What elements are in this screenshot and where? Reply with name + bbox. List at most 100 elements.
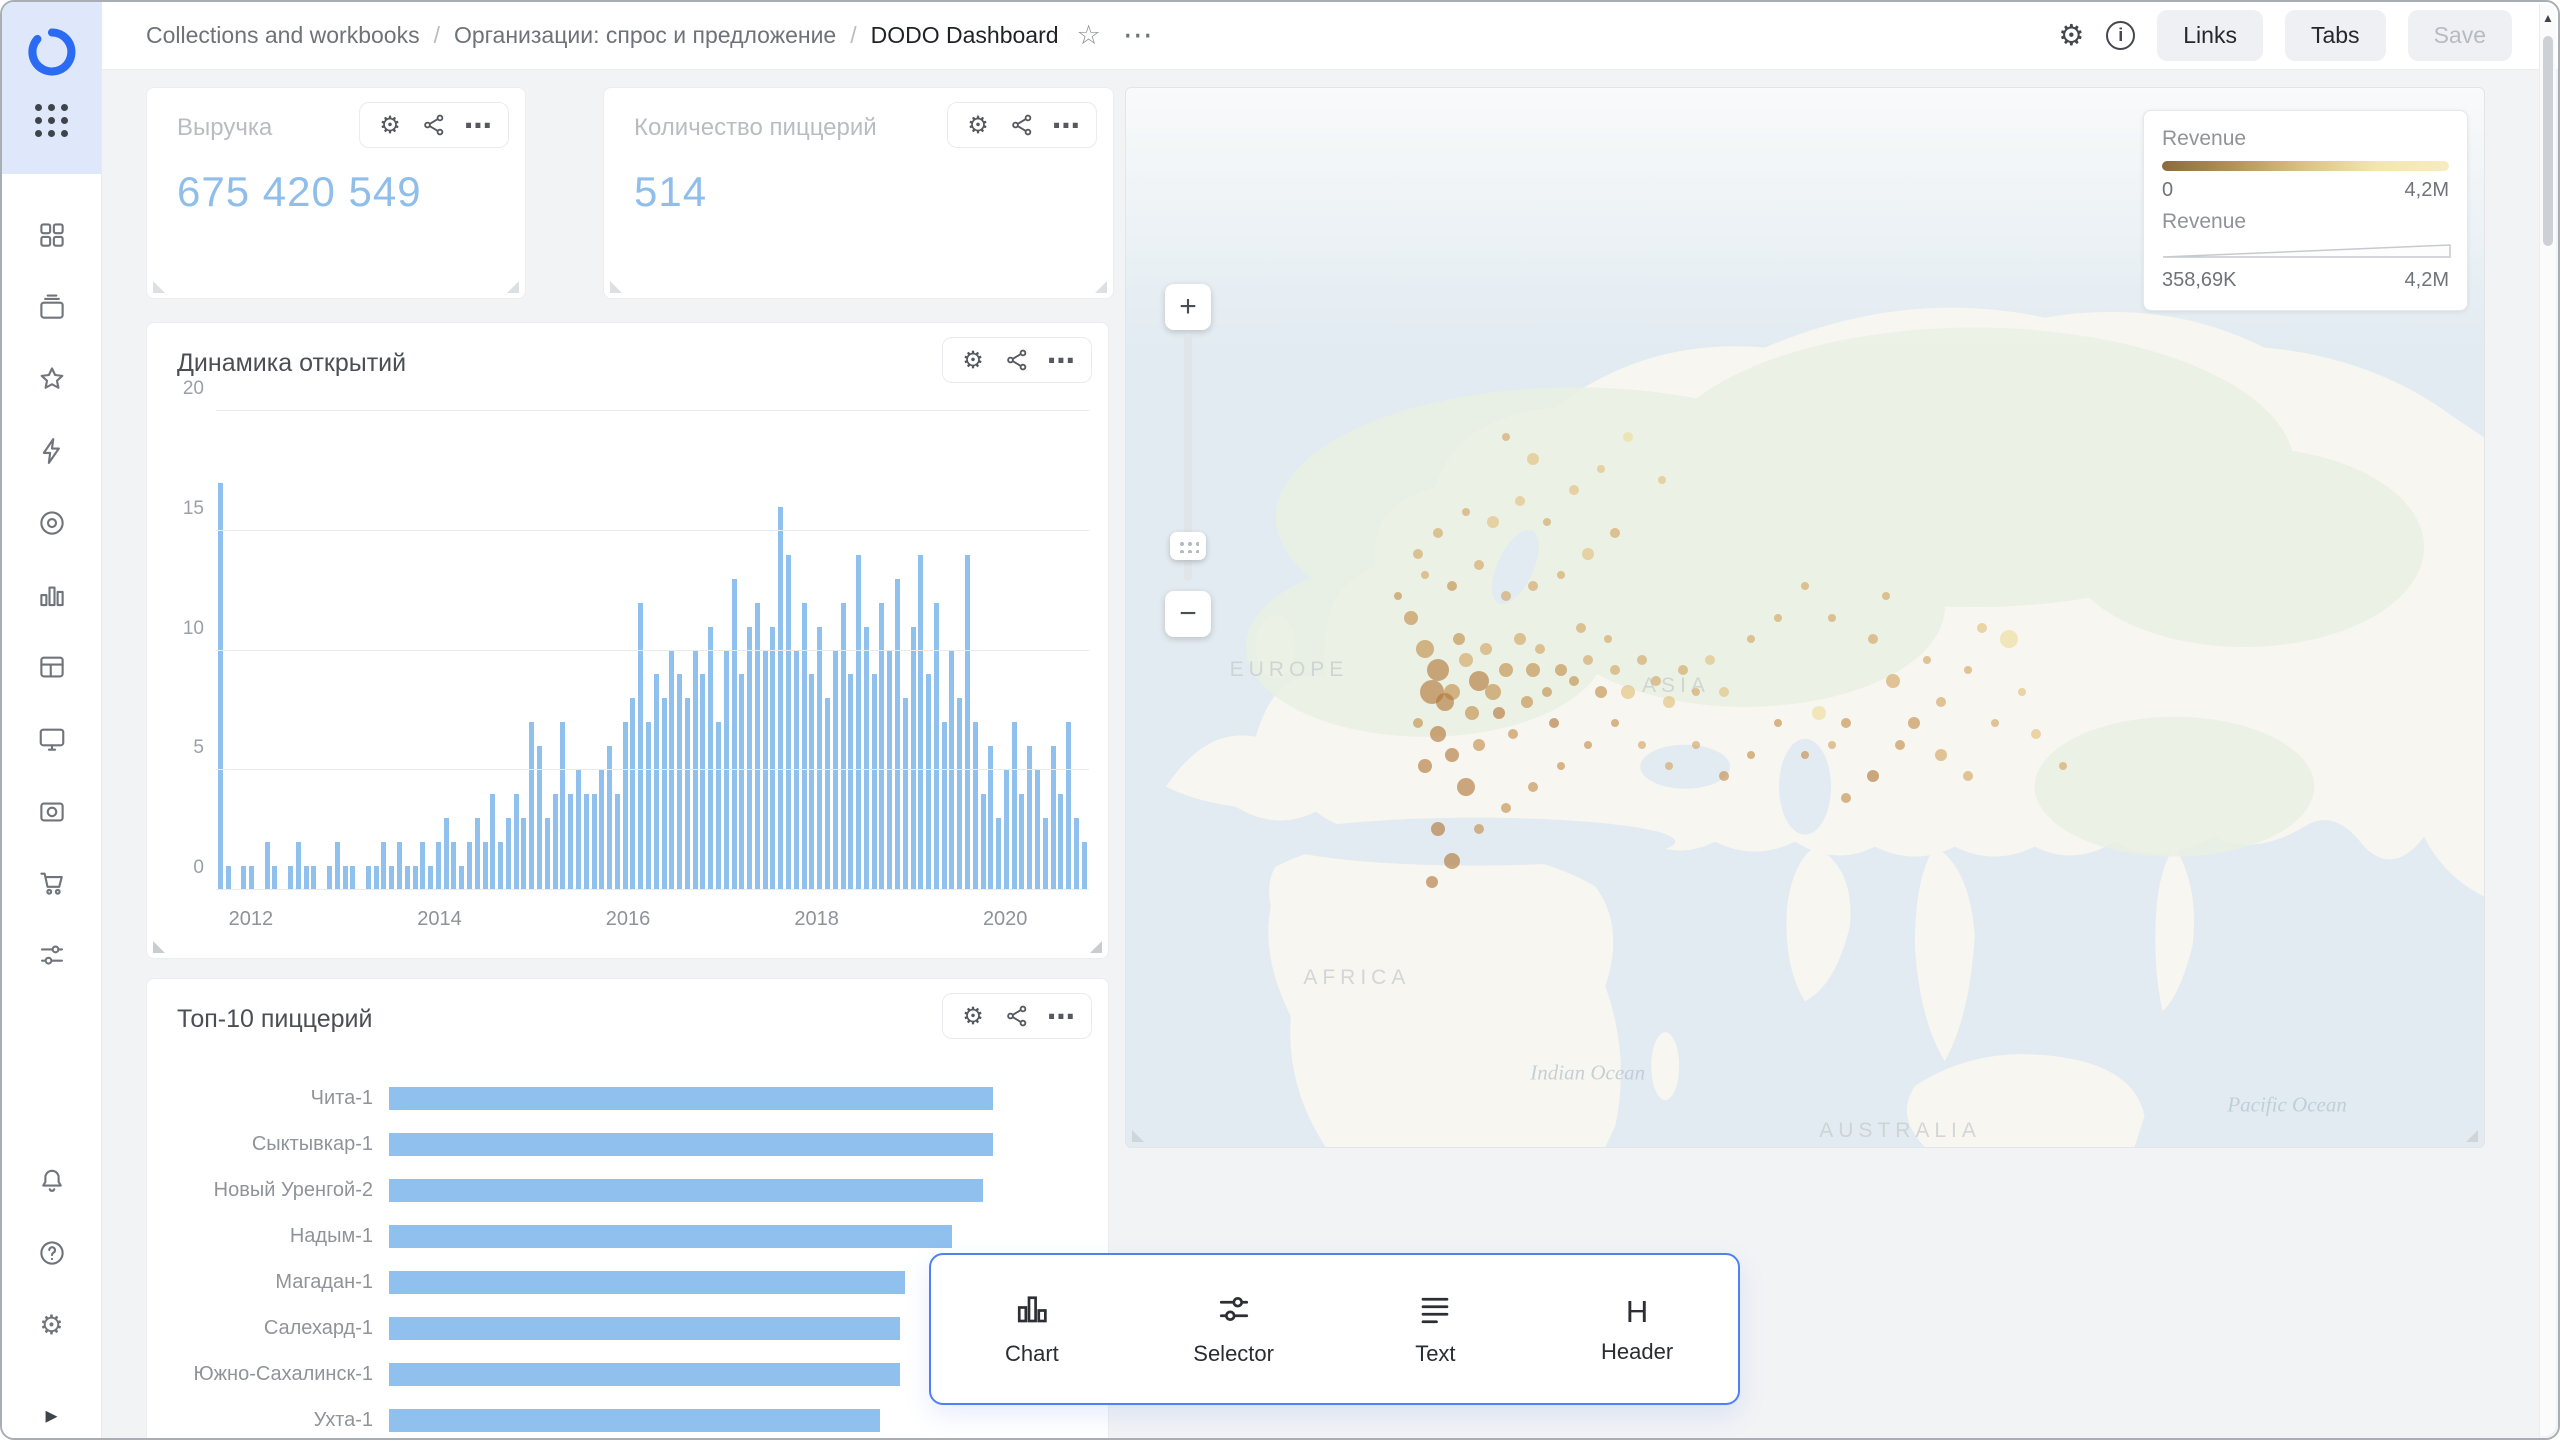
all-services-icon[interactable]	[35, 104, 68, 137]
bar	[389, 1317, 900, 1340]
x-axis-label: 2012	[211, 908, 291, 931]
widget-openings-dynamics[interactable]: Динамика открытий ⚙⋯ 0510152020122014201…	[146, 322, 1109, 959]
widget-share-icon[interactable]	[1002, 110, 1042, 140]
map-point	[1801, 751, 1809, 759]
widget-settings-icon[interactable]: ⚙	[958, 110, 998, 140]
services-icon[interactable]	[35, 938, 69, 972]
map-point	[1420, 680, 1444, 704]
widget-more-icon[interactable]: ⋯	[1041, 345, 1081, 375]
zoom-in-button[interactable]: +	[1165, 284, 1211, 330]
add-text-button[interactable]: Text	[1355, 1291, 1515, 1367]
lightning-icon[interactable]	[35, 434, 69, 468]
links-button[interactable]: Links	[2157, 10, 2263, 61]
bar	[475, 818, 480, 890]
charts-icon[interactable]	[35, 578, 69, 612]
bar	[638, 603, 643, 890]
bar	[374, 866, 379, 890]
map-point	[1569, 676, 1579, 686]
widget-settings-icon[interactable]: ⚙	[953, 345, 993, 375]
widget-pizzeria-count[interactable]: Количество пиццерий ⚙⋯ 514	[603, 87, 1114, 299]
header-h-icon: H	[1626, 1294, 1648, 1330]
bar	[311, 866, 316, 890]
bar	[903, 698, 908, 890]
bar	[389, 1133, 993, 1156]
widget-more-icon[interactable]: ⋯	[1041, 1001, 1081, 1031]
app-logo[interactable]	[24, 24, 80, 80]
map-point	[1936, 697, 1946, 707]
notifications-bell-icon[interactable]	[35, 1164, 69, 1198]
y-axis-label: 0	[158, 857, 204, 879]
tables-icon[interactable]	[35, 650, 69, 684]
category-label: Ухта-1	[177, 1409, 389, 1432]
widget-share-icon[interactable]	[997, 345, 1037, 375]
widget-more-icon[interactable]: ⋯	[1046, 110, 1086, 140]
resize-handle[interactable]	[153, 941, 165, 953]
map-point	[1665, 762, 1673, 770]
bar	[514, 794, 519, 890]
scrollbar-up-icon[interactable]: ▲	[2540, 4, 2556, 25]
bar-track	[389, 1133, 1068, 1156]
map-point	[1474, 560, 1484, 570]
top-bar: Collections and workbooks/Организации: с…	[102, 2, 2558, 70]
breadcrumb-item[interactable]: Организации: спрос и предложение	[454, 22, 836, 49]
map-point	[1514, 633, 1526, 645]
bar	[592, 794, 597, 890]
zoom-slider[interactable]	[1165, 330, 1211, 585]
bar	[584, 794, 589, 890]
tool-label: Text	[1415, 1341, 1455, 1367]
favorite-star-icon[interactable]: ☆	[1077, 20, 1101, 51]
dashboard-settings-icon[interactable]: ⚙	[2058, 18, 2084, 53]
map-point	[1487, 516, 1499, 528]
bar	[389, 1409, 880, 1432]
add-header-button[interactable]: HHeader	[1557, 1294, 1717, 1365]
bar	[856, 555, 861, 890]
zoom-slider-handle[interactable]	[1170, 532, 1206, 560]
scrollbar-thumb[interactable]	[2543, 36, 2553, 246]
widget-revenue[interactable]: Выручка ⚙⋯ 675 420 549	[146, 87, 526, 299]
bar	[662, 698, 667, 890]
help-icon[interactable]	[35, 1236, 69, 1270]
marketplace-cart-icon[interactable]	[35, 866, 69, 900]
bar	[521, 818, 526, 890]
scrollbar[interactable]: ▲	[2539, 4, 2556, 1436]
lens-icon[interactable]	[35, 506, 69, 540]
widget-settings-icon[interactable]: ⚙	[953, 1001, 993, 1031]
bar	[389, 1179, 983, 1202]
widgets-grid-icon[interactable]	[35, 218, 69, 252]
tabs-button[interactable]: Tabs	[2285, 10, 2386, 61]
map-point	[1444, 853, 1460, 869]
add-chart-button[interactable]: Chart	[952, 1291, 1112, 1367]
collections-icon[interactable]	[35, 290, 69, 324]
bar	[623, 722, 628, 890]
top10-row: Надым-1	[177, 1213, 1068, 1259]
widget-share-icon[interactable]	[414, 110, 454, 140]
map-point	[1418, 759, 1432, 773]
resize-handle[interactable]	[507, 281, 519, 293]
top10-row: Новый Уренгой-2	[177, 1167, 1068, 1213]
resize-handle[interactable]	[610, 281, 622, 293]
widget-share-icon[interactable]	[997, 1001, 1037, 1031]
zoom-out-button[interactable]: −	[1165, 591, 1211, 637]
favorites-star-icon[interactable]	[35, 362, 69, 396]
bar	[981, 794, 986, 890]
add-selector-button[interactable]: Selector	[1154, 1291, 1314, 1367]
sidebar-expand-icon[interactable]: ▸	[2, 1401, 101, 1430]
map-point	[1812, 706, 1826, 720]
bar	[444, 818, 449, 890]
widget-revenue-map[interactable]: EUROPEASIAAFRICAAUSTRALIAIndian OceanPac…	[1125, 87, 2485, 1148]
monitoring-icon[interactable]	[35, 722, 69, 756]
info-icon[interactable]: i	[2106, 21, 2135, 50]
legend-color-gradient	[2162, 161, 2449, 171]
resize-handle[interactable]	[1090, 941, 1102, 953]
bar-track	[389, 1087, 1068, 1110]
breadcrumb-item[interactable]: Collections and workbooks	[146, 22, 420, 49]
resize-handle[interactable]	[153, 281, 165, 293]
breadcrumb-more-icon[interactable]: ⋯	[1123, 26, 1153, 46]
bar	[498, 842, 503, 890]
storage-icon[interactable]	[35, 794, 69, 828]
bar	[864, 627, 869, 890]
widget-settings-icon[interactable]: ⚙	[370, 110, 410, 140]
settings-gear-icon[interactable]: ⚙	[35, 1308, 69, 1342]
resize-handle[interactable]	[1095, 281, 1107, 293]
widget-more-icon[interactable]: ⋯	[458, 110, 498, 140]
